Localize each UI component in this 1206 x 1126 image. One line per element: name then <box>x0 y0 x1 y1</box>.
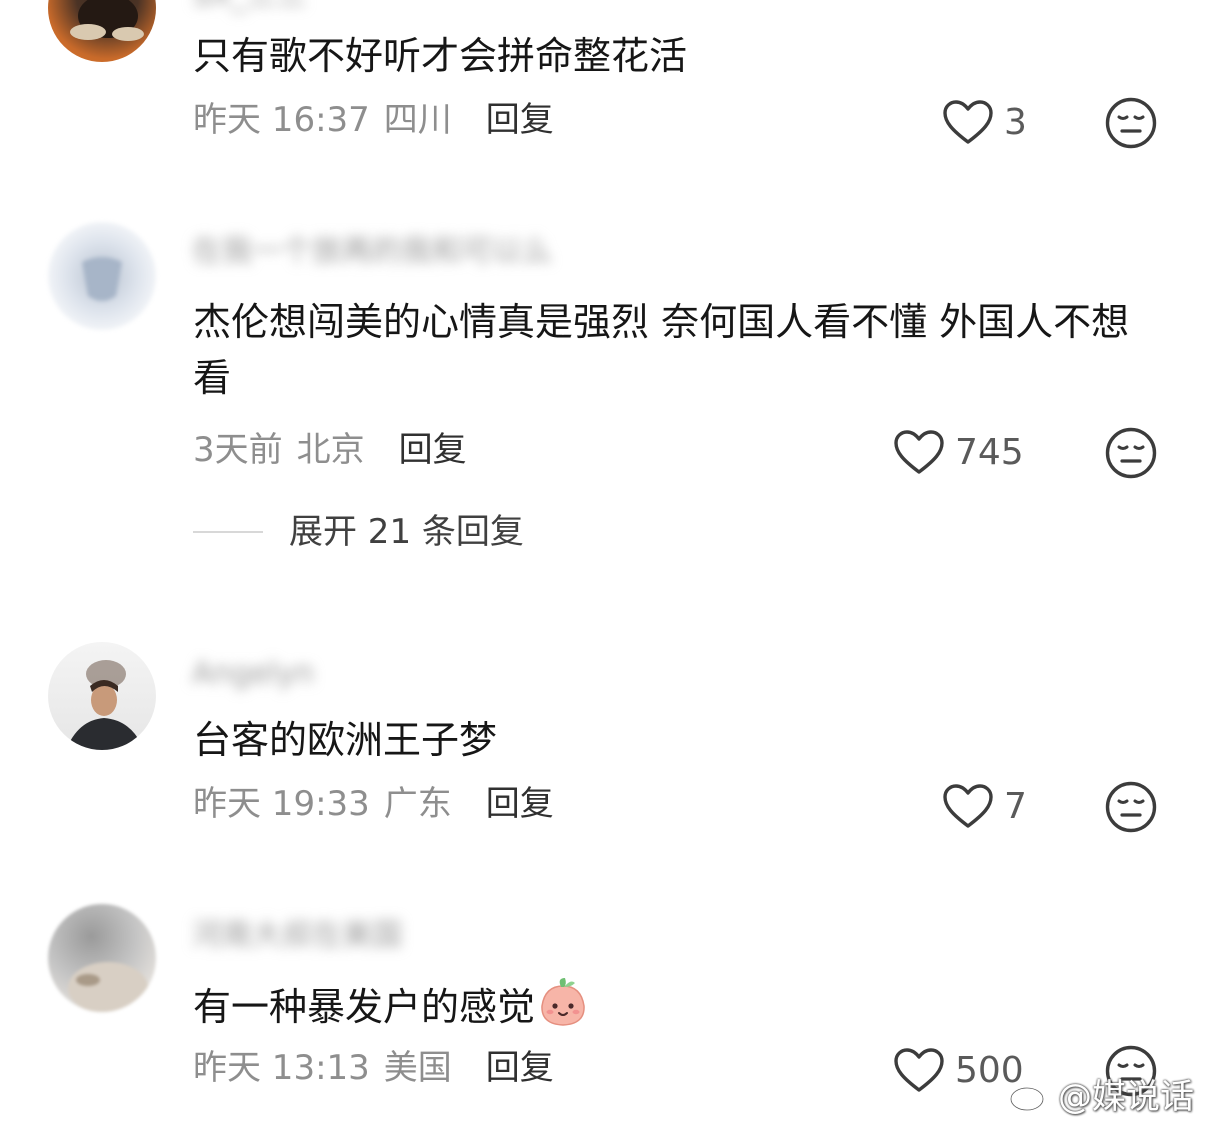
avatar[interactable] <box>48 904 156 1012</box>
peach-face-emoji <box>541 978 585 1026</box>
avatar-image <box>68 962 148 1012</box>
watermark-text: @媒说话 <box>1058 1077 1194 1117</box>
comment-text-content: 有一种暴发户的感觉 <box>193 985 536 1029</box>
comment-location: 美国 <box>383 1048 452 1088</box>
comment-time: 昨天 13:13 <box>193 1048 370 1088</box>
like-button[interactable]: 500 <box>893 1046 1024 1096</box>
reply-button[interactable]: 回复 <box>486 1044 554 1092</box>
watermark: @媒说话 <box>1008 1069 1194 1118</box>
comment-item: 河南大叔在美国 有一种暴发户的感觉 昨天 13:13 美国 回复 500 <box>0 0 1206 1126</box>
weibo-logo-icon <box>1009 1080 1050 1111</box>
comment-text: 有一种暴发户的感觉 <box>193 976 1153 1035</box>
heart-outline-icon <box>894 1048 944 1092</box>
comment-meta: 昨天 13:13 美国 回复 <box>193 1044 554 1092</box>
username[interactable]: 河南大叔在美国 <box>192 918 402 954</box>
